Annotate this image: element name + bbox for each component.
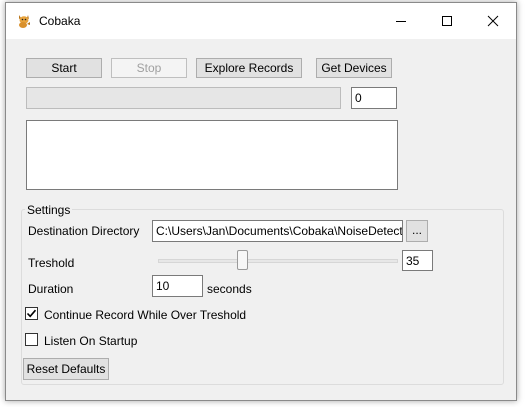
threshold-label: Treshold	[28, 256, 75, 270]
title-bar[interactable]: Cobaka	[6, 3, 516, 39]
continue-record-checkbox[interactable]	[25, 307, 38, 320]
duration-unit-label: seconds	[207, 282, 252, 296]
destination-directory-input[interactable]: C:\Users\Jan\Documents\Cobaka\NoiseDetec…	[152, 220, 403, 242]
close-button[interactable]	[470, 3, 516, 39]
reset-defaults-button[interactable]: Reset Defaults	[23, 358, 109, 380]
checkmark-icon	[26, 309, 37, 318]
stop-button[interactable]: Stop	[111, 58, 187, 78]
explore-records-button[interactable]: Explore Records	[196, 58, 302, 78]
maximize-button[interactable]	[424, 3, 470, 39]
cobaka-app-icon	[16, 13, 32, 29]
window-title: Cobaka	[39, 14, 81, 28]
listen-on-startup-checkbox[interactable]	[25, 333, 38, 346]
continue-record-label[interactable]: Continue Record While Over Treshold	[44, 308, 246, 322]
minimize-icon	[396, 21, 406, 22]
log-textarea[interactable]	[26, 120, 398, 190]
threshold-slider-track[interactable]	[158, 259, 398, 263]
browse-button[interactable]: ...	[406, 220, 428, 242]
threshold-slider-thumb[interactable]	[237, 250, 248, 270]
listen-on-startup-label[interactable]: Listen On Startup	[44, 334, 137, 348]
main-window: Cobaka Start Stop Explore Records Get De…	[5, 2, 517, 401]
destination-label: Destination Directory	[28, 224, 140, 238]
get-devices-button[interactable]: Get Devices	[316, 58, 392, 78]
recording-progress-bar	[26, 87, 341, 109]
settings-group-title: Settings	[25, 203, 73, 217]
minimize-button[interactable]	[378, 3, 424, 39]
counter-field[interactable]: 0	[351, 87, 397, 109]
maximize-icon	[442, 16, 452, 26]
duration-label: Duration	[28, 282, 74, 296]
threshold-value-field[interactable]: 35	[402, 250, 433, 271]
start-button[interactable]: Start	[26, 58, 102, 78]
duration-input[interactable]: 10	[152, 275, 203, 297]
close-icon	[487, 15, 499, 27]
